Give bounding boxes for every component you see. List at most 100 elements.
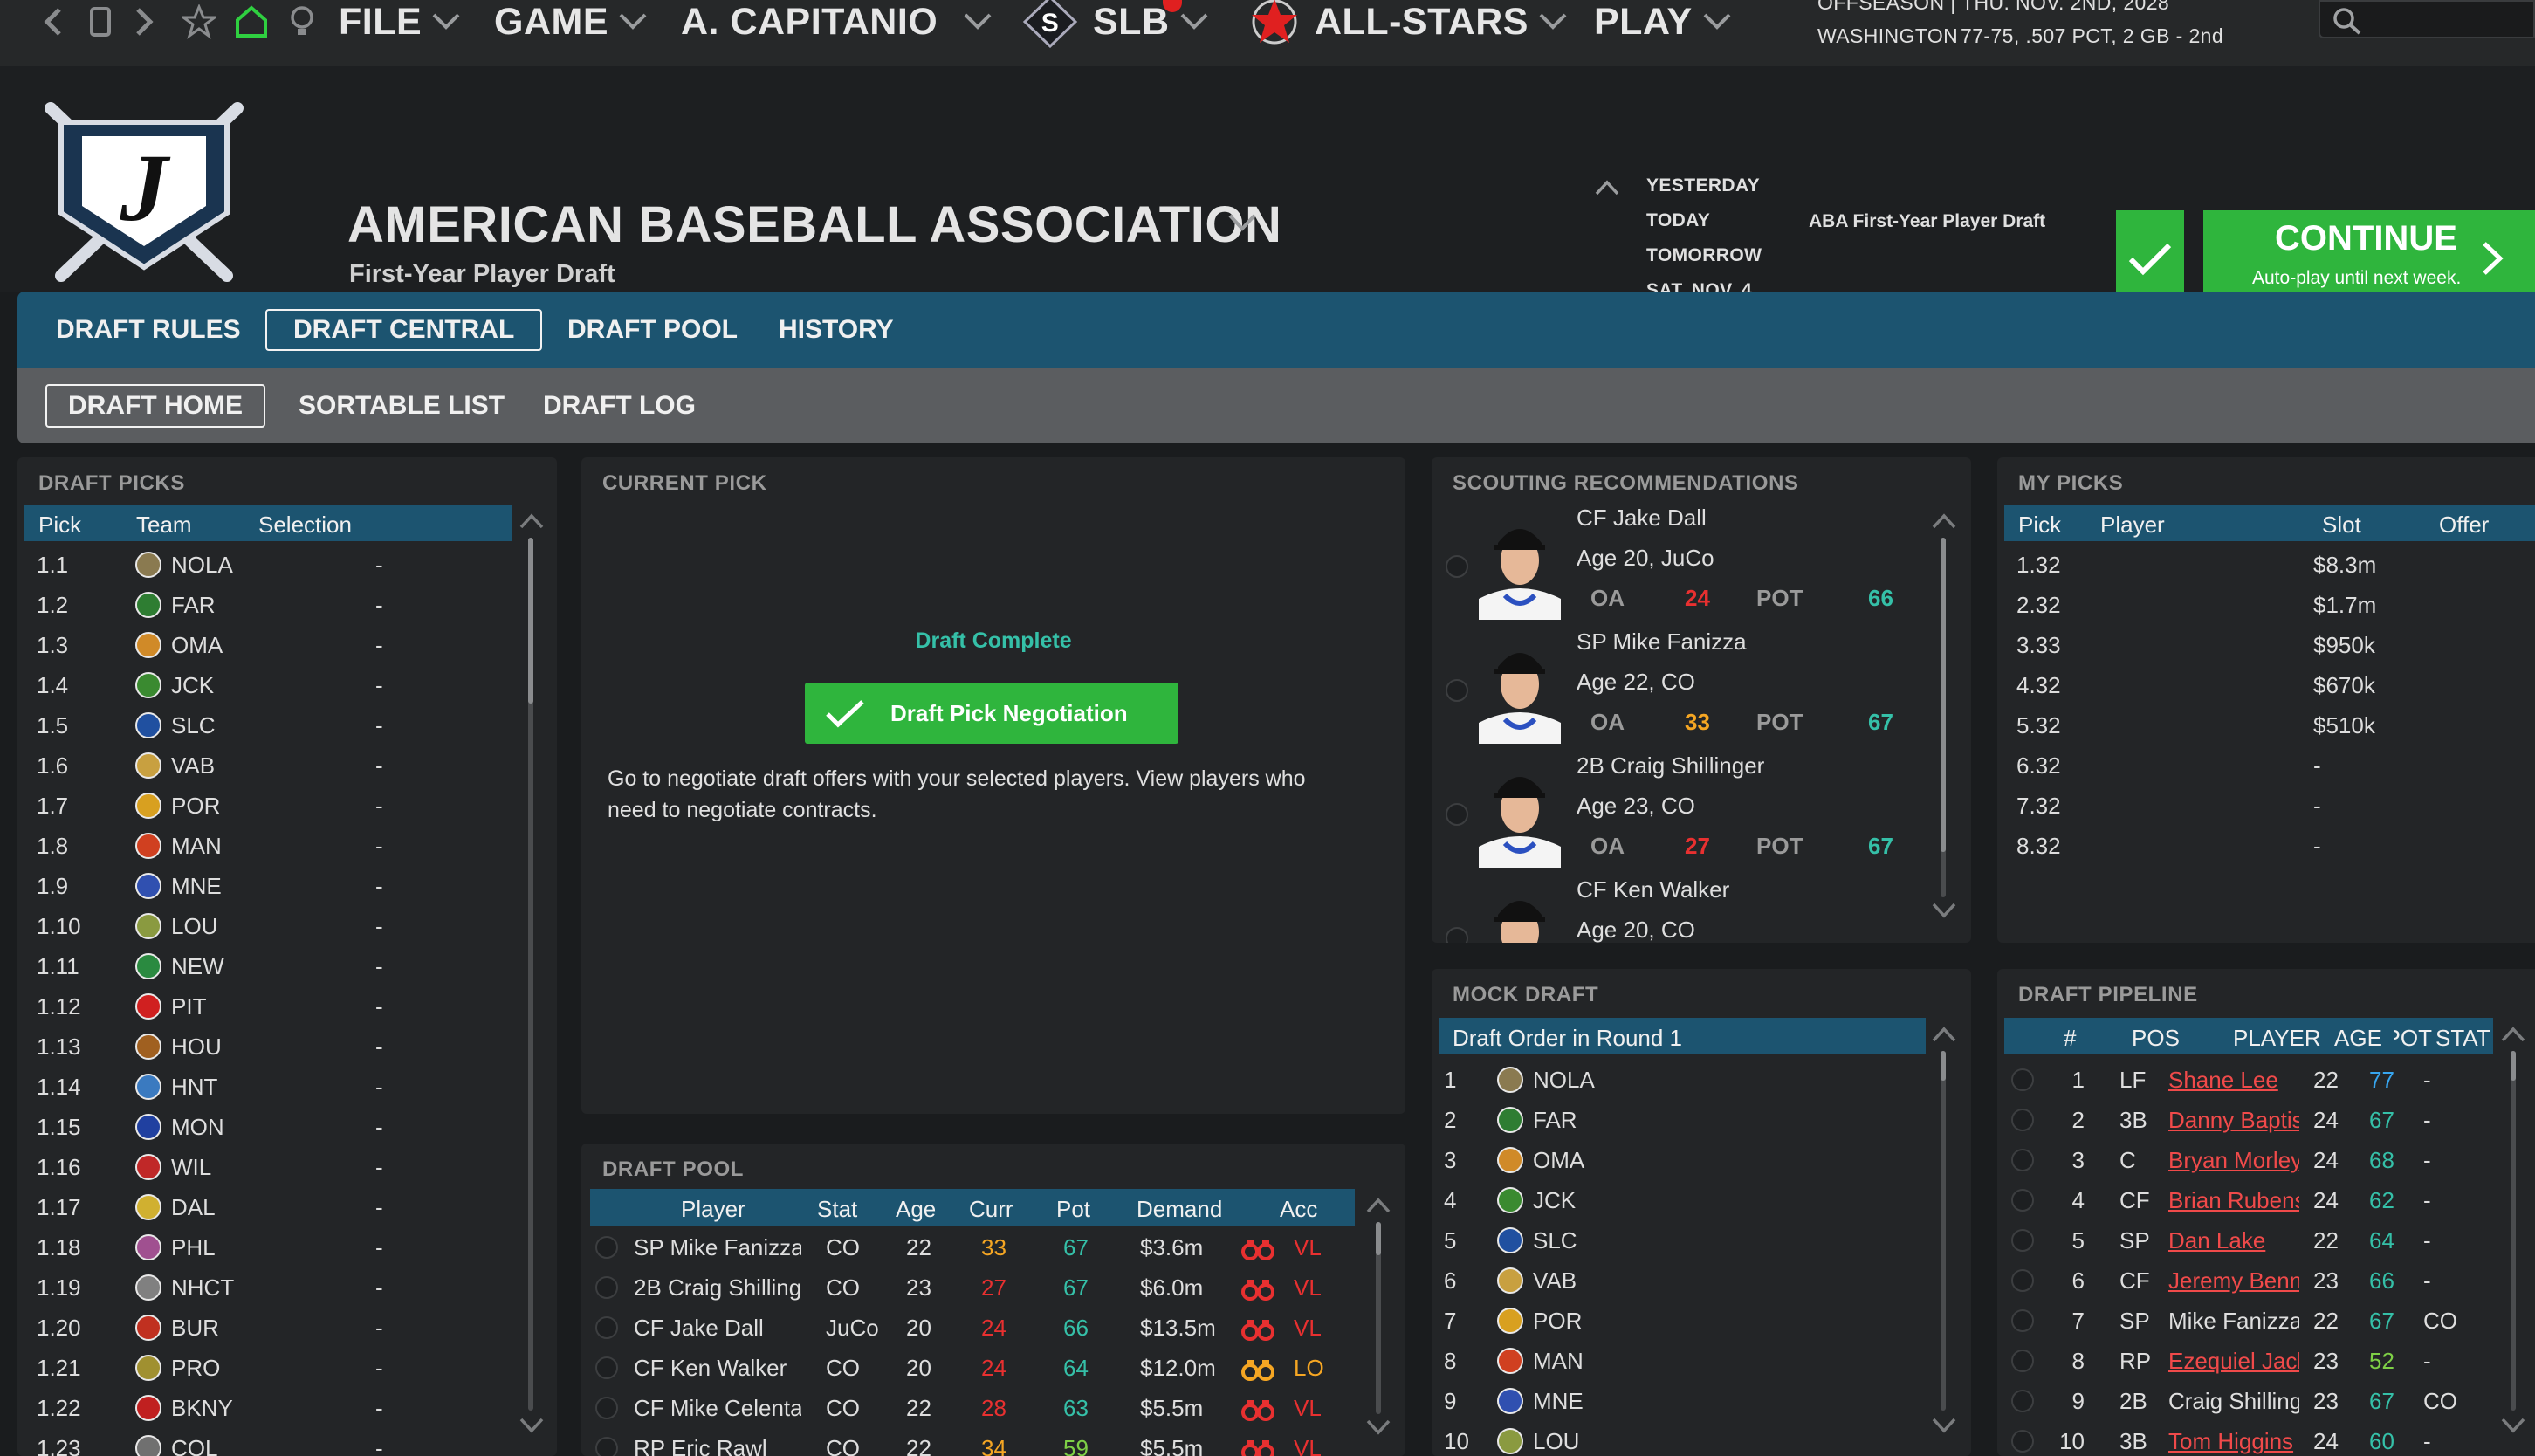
mock-draft-row[interactable]: 8 MAN (1432, 1341, 1920, 1381)
my-pick-row[interactable]: 7.32 - (1997, 786, 2521, 826)
lightbulb-icon[interactable] (288, 0, 316, 44)
pipeline-row[interactable]: 10 3B Tom Higgins 24 60 - (1997, 1421, 2495, 1456)
pipeline-player[interactable]: Danny Baptiste (2168, 1107, 2299, 1134)
col-offer[interactable]: Offer (2439, 512, 2489, 539)
mock-draft-row[interactable]: 3 OMA (1432, 1140, 1920, 1180)
pipeline-row[interactable]: 8 RP Ezequiel Jackson 23 52 - (1997, 1341, 2495, 1381)
pipeline-row[interactable]: 5 SP Dan Lake 22 64 - (1997, 1220, 2495, 1260)
scroll-thumb[interactable] (1941, 538, 1946, 852)
pipeline-player[interactable]: Shane Lee (2168, 1067, 2299, 1094)
draft-pick-row[interactable]: 1.18 PHL - (17, 1227, 506, 1267)
scroll-down-icon[interactable] (1931, 1416, 1957, 1435)
col-team[interactable]: Team (136, 512, 192, 539)
binoculars-icon[interactable] (1241, 1318, 1274, 1341)
pipeline-row[interactable]: 9 2B Craig Shillinger 23 67 CO (1997, 1381, 2495, 1421)
scouting-player-card[interactable]: CF Jake Dall Age 20, JuCo OA 24 POT 66 (1432, 503, 1920, 627)
scouting-player-card[interactable]: 2B Craig Shillinger Age 23, CO OA 27 POT 67 (1432, 751, 1920, 875)
chevron-down-icon[interactable] (1227, 211, 1257, 236)
draft-pick-row[interactable]: 1.8 MAN - (17, 826, 506, 866)
menu-play[interactable]: PLAY (1594, 0, 1733, 44)
pipeline-row[interactable]: 1 LF Shane Lee 22 77 - (1997, 1060, 2495, 1100)
select-radio[interactable] (2011, 1309, 2034, 1332)
scouting-player-card[interactable]: CF Ken Walker Age 20, CO (1432, 875, 1920, 943)
select-radio[interactable] (1446, 679, 1468, 702)
col-demand[interactable]: Demand (1137, 1196, 1222, 1223)
draft-pick-row[interactable]: 1.15 MON - (17, 1107, 506, 1147)
col-pot[interactable]: Pot (1056, 1196, 1090, 1223)
draft-pick-row[interactable]: 1.7 POR - (17, 786, 506, 826)
menu-slb[interactable]: S SLB (1021, 0, 1210, 48)
tab-draft-central[interactable]: DRAFT CENTRAL (265, 309, 543, 351)
draft-pick-row[interactable]: 1.23 COL - (17, 1428, 506, 1456)
scroll-up-icon[interactable] (519, 512, 545, 531)
chevron-up-icon[interactable] (1594, 178, 1620, 197)
col-player[interactable]: Player (2100, 512, 2165, 539)
menu-manager[interactable]: A. CAPITANIO (681, 0, 993, 44)
draft-pool-row[interactable]: CF Mike Celenta CO 22 28 63 $5.5m VL (581, 1388, 1350, 1428)
scout-player-name[interactable]: CF Jake Dall (1577, 505, 1707, 532)
scroll-thumb[interactable] (2511, 1051, 2516, 1081)
col-curr[interactable]: Curr (969, 1196, 1013, 1223)
scout-player-name[interactable]: 2B Craig Shillinger (1577, 752, 1764, 780)
pipeline-row[interactable]: 3 C Bryan Morley 24 68 - (1997, 1140, 2495, 1180)
mock-draft-row[interactable]: 5 SLC (1432, 1220, 1920, 1260)
pipeline-row[interactable]: 6 CF Jeremy Bennett 23 66 - (1997, 1260, 2495, 1301)
scroll-down-icon[interactable] (1365, 1418, 1391, 1437)
draft-pick-row[interactable]: 1.10 LOU - (17, 906, 506, 946)
forward-icon[interactable] (131, 0, 157, 44)
mock-draft-row[interactable]: 9 MNE (1432, 1381, 1920, 1421)
scroll-up-icon[interactable] (1931, 1025, 1957, 1044)
scroll-down-icon[interactable] (519, 1416, 545, 1435)
back-icon[interactable] (40, 0, 66, 44)
binoculars-icon[interactable] (1241, 1238, 1274, 1260)
pipeline-player[interactable]: Dan Lake (2168, 1227, 2299, 1254)
scrollbar[interactable] (528, 538, 533, 1411)
mock-draft-row[interactable]: 6 VAB (1432, 1260, 1920, 1301)
draft-pick-row[interactable]: 1.1 NOLA - (17, 545, 506, 585)
select-radio[interactable] (1446, 803, 1468, 826)
pipeline-player[interactable]: Ezequiel Jackson (2168, 1348, 2299, 1375)
date-yesterday[interactable]: YESTERDAY (1646, 175, 1760, 196)
draft-pool-row[interactable]: 2B Craig Shillinger CO 23 27 67 $6.0m VL (581, 1267, 1350, 1308)
pipeline-row[interactable]: 2 3B Danny Baptiste 24 67 - (1997, 1100, 2495, 1140)
home-icon[interactable] (234, 0, 269, 44)
binoculars-icon[interactable] (1241, 1439, 1274, 1456)
my-pick-row[interactable]: 5.32 $510k (1997, 705, 2521, 745)
draft-pick-row[interactable]: 1.4 JCK - (17, 665, 506, 705)
pipeline-player[interactable]: Jeremy Bennett (2168, 1267, 2299, 1295)
col-number[interactable]: # (2064, 1025, 2076, 1052)
draft-pool-row[interactable]: CF Ken Walker CO 20 24 64 $12.0m LO (581, 1348, 1350, 1388)
draft-pool-row[interactable]: SP Mike Fanizza CO 22 33 67 $3.6m VL (581, 1227, 1350, 1267)
pipeline-player[interactable]: Brian Rubens (2168, 1187, 2299, 1214)
star-icon[interactable] (182, 0, 216, 44)
col-pot[interactable]: POT (2394, 1025, 2432, 1052)
select-radio[interactable] (595, 1276, 618, 1299)
draft-pick-row[interactable]: 1.19 NHCT - (17, 1267, 506, 1308)
select-radio[interactable] (2011, 1109, 2034, 1131)
draft-pick-row[interactable]: 1.5 SLC - (17, 705, 506, 745)
binoculars-icon[interactable] (1241, 1398, 1274, 1421)
scroll-thumb[interactable] (528, 538, 533, 704)
pipeline-player[interactable]: Tom Higgins (2168, 1428, 2299, 1455)
scout-player-name[interactable]: CF Ken Walker (1577, 876, 1729, 903)
menu-game[interactable]: GAME (494, 0, 649, 44)
draft-pick-row[interactable]: 1.2 FAR - (17, 585, 506, 625)
pipeline-player[interactable]: Mike Fanizza (2168, 1308, 2299, 1335)
select-radio[interactable] (2011, 1229, 2034, 1252)
binoculars-icon[interactable] (1241, 1278, 1274, 1301)
col-stat[interactable]: Stat (817, 1196, 857, 1223)
scouting-player-card[interactable]: SP Mike Fanizza Age 22, CO OA 33 POT 67 (1432, 627, 1920, 751)
draft-pool-row[interactable]: CF Jake Dall JuCo 20 24 66 $13.5m VL (581, 1308, 1350, 1348)
menu-all-stars[interactable]: ALL-STARS (1247, 0, 1569, 45)
select-radio[interactable] (2011, 1149, 2034, 1171)
date-tomorrow[interactable]: TOMORROW (1646, 245, 1762, 266)
select-radio[interactable] (595, 1437, 618, 1456)
col-player[interactable]: PLAYER (2233, 1025, 2321, 1052)
select-radio[interactable] (1446, 555, 1468, 578)
scrollbar[interactable] (2511, 1051, 2516, 1411)
subtab-draft-log[interactable]: DRAFT LOG (522, 384, 717, 428)
menu-file[interactable]: FILE (339, 0, 462, 44)
select-radio[interactable] (2011, 1068, 2034, 1091)
draft-pick-row[interactable]: 1.17 DAL - (17, 1187, 506, 1227)
scroll-down-icon[interactable] (2500, 1416, 2526, 1435)
